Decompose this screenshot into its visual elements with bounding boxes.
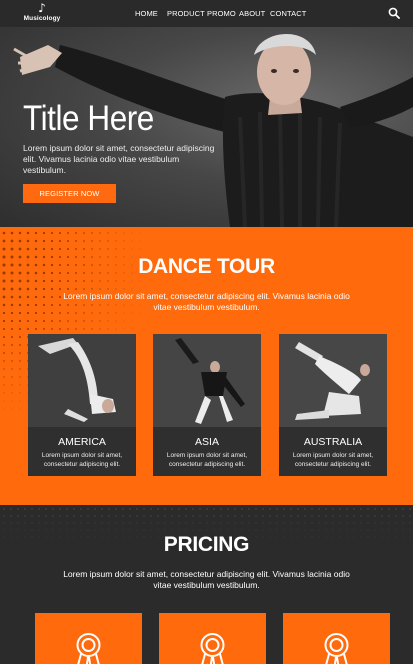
hero-text: Lorem ipsum dolor sit amet, consectetur … [23, 143, 215, 175]
award-icon [324, 633, 349, 664]
award-icon [76, 633, 101, 664]
tour-card-desc: Lorem ipsum dolor sit amet, consectetur … [41, 452, 123, 468]
pricing-text: Lorem ipsum dolor sit amet, consectetur … [63, 569, 350, 590]
hero-banner: Title Here Lorem ipsum dolor sit amet, c… [0, 27, 413, 227]
award-icon [200, 633, 225, 664]
pricing-section: PRICING Lorem ipsum dolor sit amet, cons… [0, 505, 413, 664]
top-navbar: ♪ Musicology HOME PRODUCT PROMO ABOUT CO… [0, 0, 413, 27]
nav-product[interactable]: PRODUCT [167, 9, 205, 18]
nav-contact[interactable]: CONTACT [270, 9, 306, 18]
dance-tour-text: Lorem ipsum dolor sit amet, consectetur … [63, 291, 350, 312]
hero-title: Title Here [23, 99, 154, 138]
pricing-card-2[interactable] [159, 613, 266, 664]
search-icon[interactable] [388, 7, 400, 19]
nav-home[interactable]: HOME [135, 9, 158, 18]
tour-card-desc: Lorem ipsum dolor sit amet, consectetur … [166, 452, 248, 468]
tour-card-asia[interactable]: ASIA Lorem ipsum dolor sit amet, consect… [153, 334, 261, 476]
pricing-title: PRICING [163, 533, 250, 556]
tour-card-name: ASIA [195, 436, 219, 448]
dancer-photo [28, 334, 136, 427]
pricing-card-3[interactable] [283, 613, 390, 664]
tour-card-desc: Lorem ipsum dolor sit amet, consectetur … [292, 452, 374, 468]
tour-card-america[interactable]: AMERICA Lorem ipsum dolor sit amet, cons… [28, 334, 136, 476]
pricing-card-1[interactable] [35, 613, 142, 664]
nav-links: HOME PRODUCT PROMO ABOUT CONTACT [0, 0, 413, 27]
dancer-photo [279, 334, 387, 427]
register-now-button[interactable]: REGISTER NOW [23, 184, 116, 203]
dancer-photo [153, 334, 261, 427]
tour-card-name: AMERICA [58, 436, 106, 448]
nav-about[interactable]: ABOUT [239, 9, 265, 18]
dance-tour-section: DANCE TOUR Lorem ipsum dolor sit amet, c… [0, 227, 413, 505]
nav-promo[interactable]: PROMO [207, 9, 236, 18]
tour-card-name: AUSTRALIA [303, 436, 363, 448]
dance-tour-title: DANCE TOUR [138, 255, 275, 278]
tour-card-australia[interactable]: AUSTRALIA Lorem ipsum dolor sit amet, co… [279, 334, 387, 476]
